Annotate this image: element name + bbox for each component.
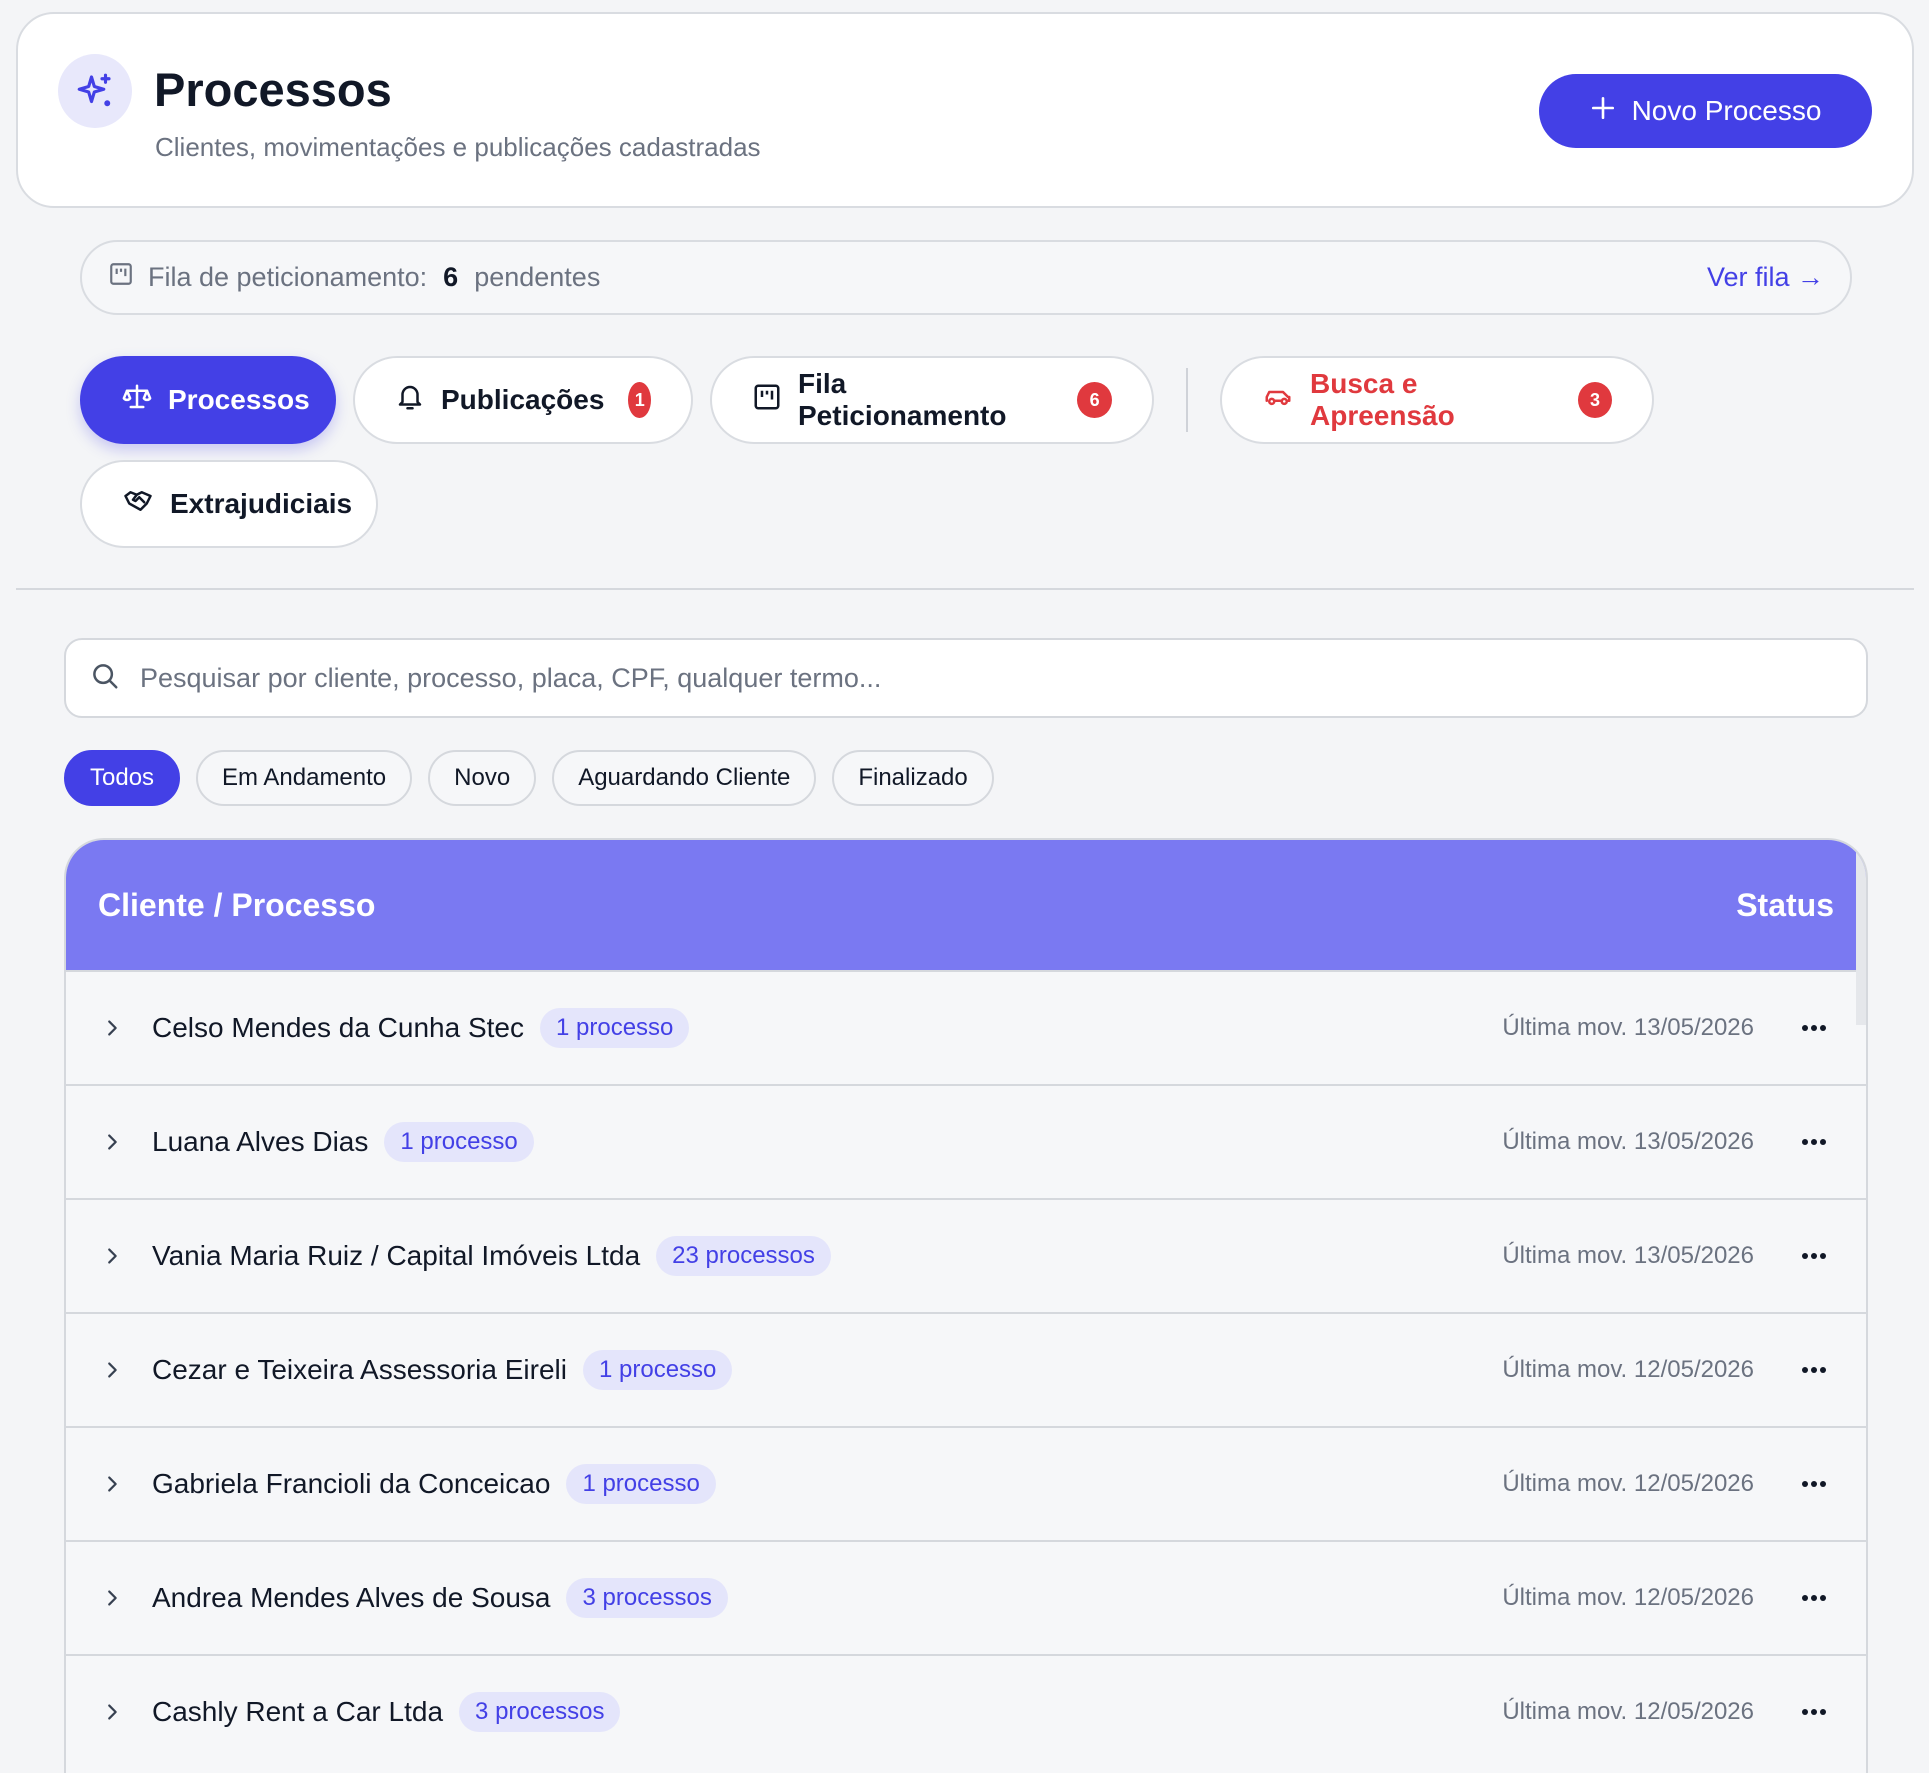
last-movement: Última mov. 13/05/2026 — [1502, 1242, 1754, 1269]
client-name: Cezar e Teixeira Assessoria Eireli — [152, 1354, 567, 1385]
tab-fila-peticionamento[interactable]: Fila Peticionamento 6 — [710, 356, 1154, 444]
chevron-right-icon[interactable] — [100, 1472, 124, 1496]
process-count-badge: 3 processos — [459, 1692, 621, 1732]
table-row[interactable]: Andrea Mendes Alves de Sousa 3 processos… — [66, 1540, 1866, 1654]
chevron-right-icon[interactable] — [100, 1358, 124, 1382]
queue-count: 6 — [443, 262, 459, 292]
search-icon — [90, 661, 120, 696]
tab-busca-apreensao[interactable]: Busca e Apreensão 3 — [1220, 356, 1654, 444]
filter-finalizado[interactable]: Finalizado — [832, 750, 994, 806]
column-header-status: Status — [1736, 886, 1834, 923]
sparkles-icon — [58, 54, 132, 128]
page-header: Processos Clientes, movimentações e publ… — [16, 12, 1914, 208]
last-movement: Última mov. 13/05/2026 — [1502, 1128, 1754, 1155]
tab-label: Publicações — [441, 384, 605, 415]
last-movement: Última mov. 13/05/2026 — [1502, 1014, 1754, 1041]
filter-todos[interactable]: Todos — [64, 750, 181, 806]
process-count-badge: 1 processo — [582, 1350, 733, 1390]
more-options-icon[interactable] — [1794, 1236, 1834, 1276]
tab-label: Fila Peticionamento — [798, 368, 1007, 431]
table-row[interactable]: Gabriela Francioli da Conceicao 1 proces… — [66, 1426, 1866, 1540]
chevron-right-icon[interactable] — [100, 1700, 124, 1724]
view-queue-link[interactable]: Ver fila → — [1707, 262, 1824, 293]
process-count-badge: 1 processo — [540, 1008, 690, 1048]
last-movement: Última mov. 12/05/2026 — [1502, 1584, 1754, 1611]
table-row[interactable]: Luana Alves Dias 1 processo Última mov. … — [66, 1084, 1866, 1198]
tab-divider — [1186, 368, 1188, 432]
filter-novo[interactable]: Novo — [428, 750, 537, 806]
last-movement: Última mov. 12/05/2026 — [1502, 1356, 1754, 1383]
search-box — [64, 638, 1868, 718]
chevron-right-icon[interactable] — [100, 1130, 124, 1154]
queue-label: Fila de peticionamento: — [148, 262, 428, 292]
car-icon — [1262, 382, 1294, 419]
table-row[interactable]: Cashly Rent a Car Ltda 3 processos Últim… — [66, 1654, 1866, 1768]
clients-table: Cliente / Processo Status Celso Mendes d… — [64, 838, 1868, 1773]
more-options-icon[interactable] — [1794, 1464, 1834, 1504]
client-name: Luana Alves Dias — [152, 1126, 369, 1157]
chevron-right-icon[interactable] — [100, 1586, 124, 1610]
queue-suffix: pendentes — [474, 262, 601, 292]
tab-label: Busca e Apreensão — [1310, 368, 1455, 431]
page-title: Processos — [154, 63, 392, 116]
tab-processos[interactable]: Processos — [80, 356, 336, 444]
new-process-button[interactable]: Novo Processo — [1539, 74, 1872, 148]
section-divider — [16, 588, 1914, 590]
petition-queue-bar: Fila de peticionamento: 6 pendentes Ver … — [80, 240, 1852, 315]
tab-publicacoes[interactable]: Publicações 1 — [353, 356, 693, 444]
process-count-badge: 1 processo — [566, 1464, 716, 1504]
client-name: Andrea Mendes Alves de Sousa — [152, 1582, 551, 1613]
last-movement: Última mov. 12/05/2026 — [1502, 1698, 1754, 1725]
chevron-right-icon[interactable] — [100, 1016, 124, 1040]
scale-icon — [122, 382, 152, 419]
queue-icon — [752, 382, 782, 419]
tab-label: Extrajudiciais — [170, 488, 353, 519]
more-options-icon[interactable] — [1794, 1578, 1834, 1618]
table-row[interactable]: Cezar e Teixeira Assessoria Eireli 1 pro… — [66, 1312, 1866, 1426]
search-input[interactable] — [140, 662, 1840, 694]
tab-extrajudiciais[interactable]: Extrajudiciais — [80, 460, 378, 548]
client-name: Vania Maria Ruiz / Capital Imóveis Ltda — [152, 1240, 641, 1271]
plus-icon — [1590, 95, 1616, 128]
client-name: Gabriela Francioli da Conceicao — [152, 1468, 551, 1499]
last-movement: Última mov. 12/05/2026 — [1502, 1470, 1754, 1497]
page-subtitle: Clientes, movimentações e publicações ca… — [155, 132, 761, 162]
scrollbar[interactable] — [1856, 840, 1866, 1025]
filter-aguardando-cliente[interactable]: Aguardando Cliente — [552, 750, 817, 806]
table-row[interactable]: Celso Mendes da Cunha Stec 1 processo Úl… — [66, 970, 1866, 1084]
client-name: Cashly Rent a Car Ltda — [152, 1696, 444, 1727]
chevron-right-icon[interactable] — [100, 1244, 124, 1268]
filter-em-andamento[interactable]: Em Andamento — [196, 750, 413, 806]
bell-icon — [395, 382, 425, 419]
client-name: Celso Mendes da Cunha Stec — [152, 1012, 524, 1043]
process-count-badge: 23 processos — [656, 1236, 831, 1276]
more-options-icon[interactable] — [1794, 1350, 1834, 1390]
queue-icon — [108, 261, 134, 294]
tab-label: Processos — [168, 384, 310, 415]
handshake-icon — [122, 486, 154, 523]
count-badge: 1 — [628, 382, 651, 418]
more-options-icon[interactable] — [1794, 1692, 1834, 1732]
count-badge: 6 — [1077, 382, 1112, 418]
more-options-icon[interactable] — [1794, 1122, 1834, 1162]
process-count-badge: 1 processo — [384, 1122, 534, 1162]
more-options-icon[interactable] — [1794, 1008, 1834, 1048]
status-filters: Todos Em Andamento Novo Aguardando Clien… — [64, 750, 994, 806]
process-count-badge: 3 processos — [566, 1578, 728, 1618]
column-header-client: Cliente / Processo — [98, 886, 376, 923]
table-header: Cliente / Processo Status — [66, 840, 1866, 970]
new-process-label: Novo Processo — [1631, 95, 1822, 126]
count-badge: 3 — [1578, 382, 1612, 418]
table-row[interactable]: Vania Maria Ruiz / Capital Imóveis Ltda … — [66, 1198, 1866, 1312]
